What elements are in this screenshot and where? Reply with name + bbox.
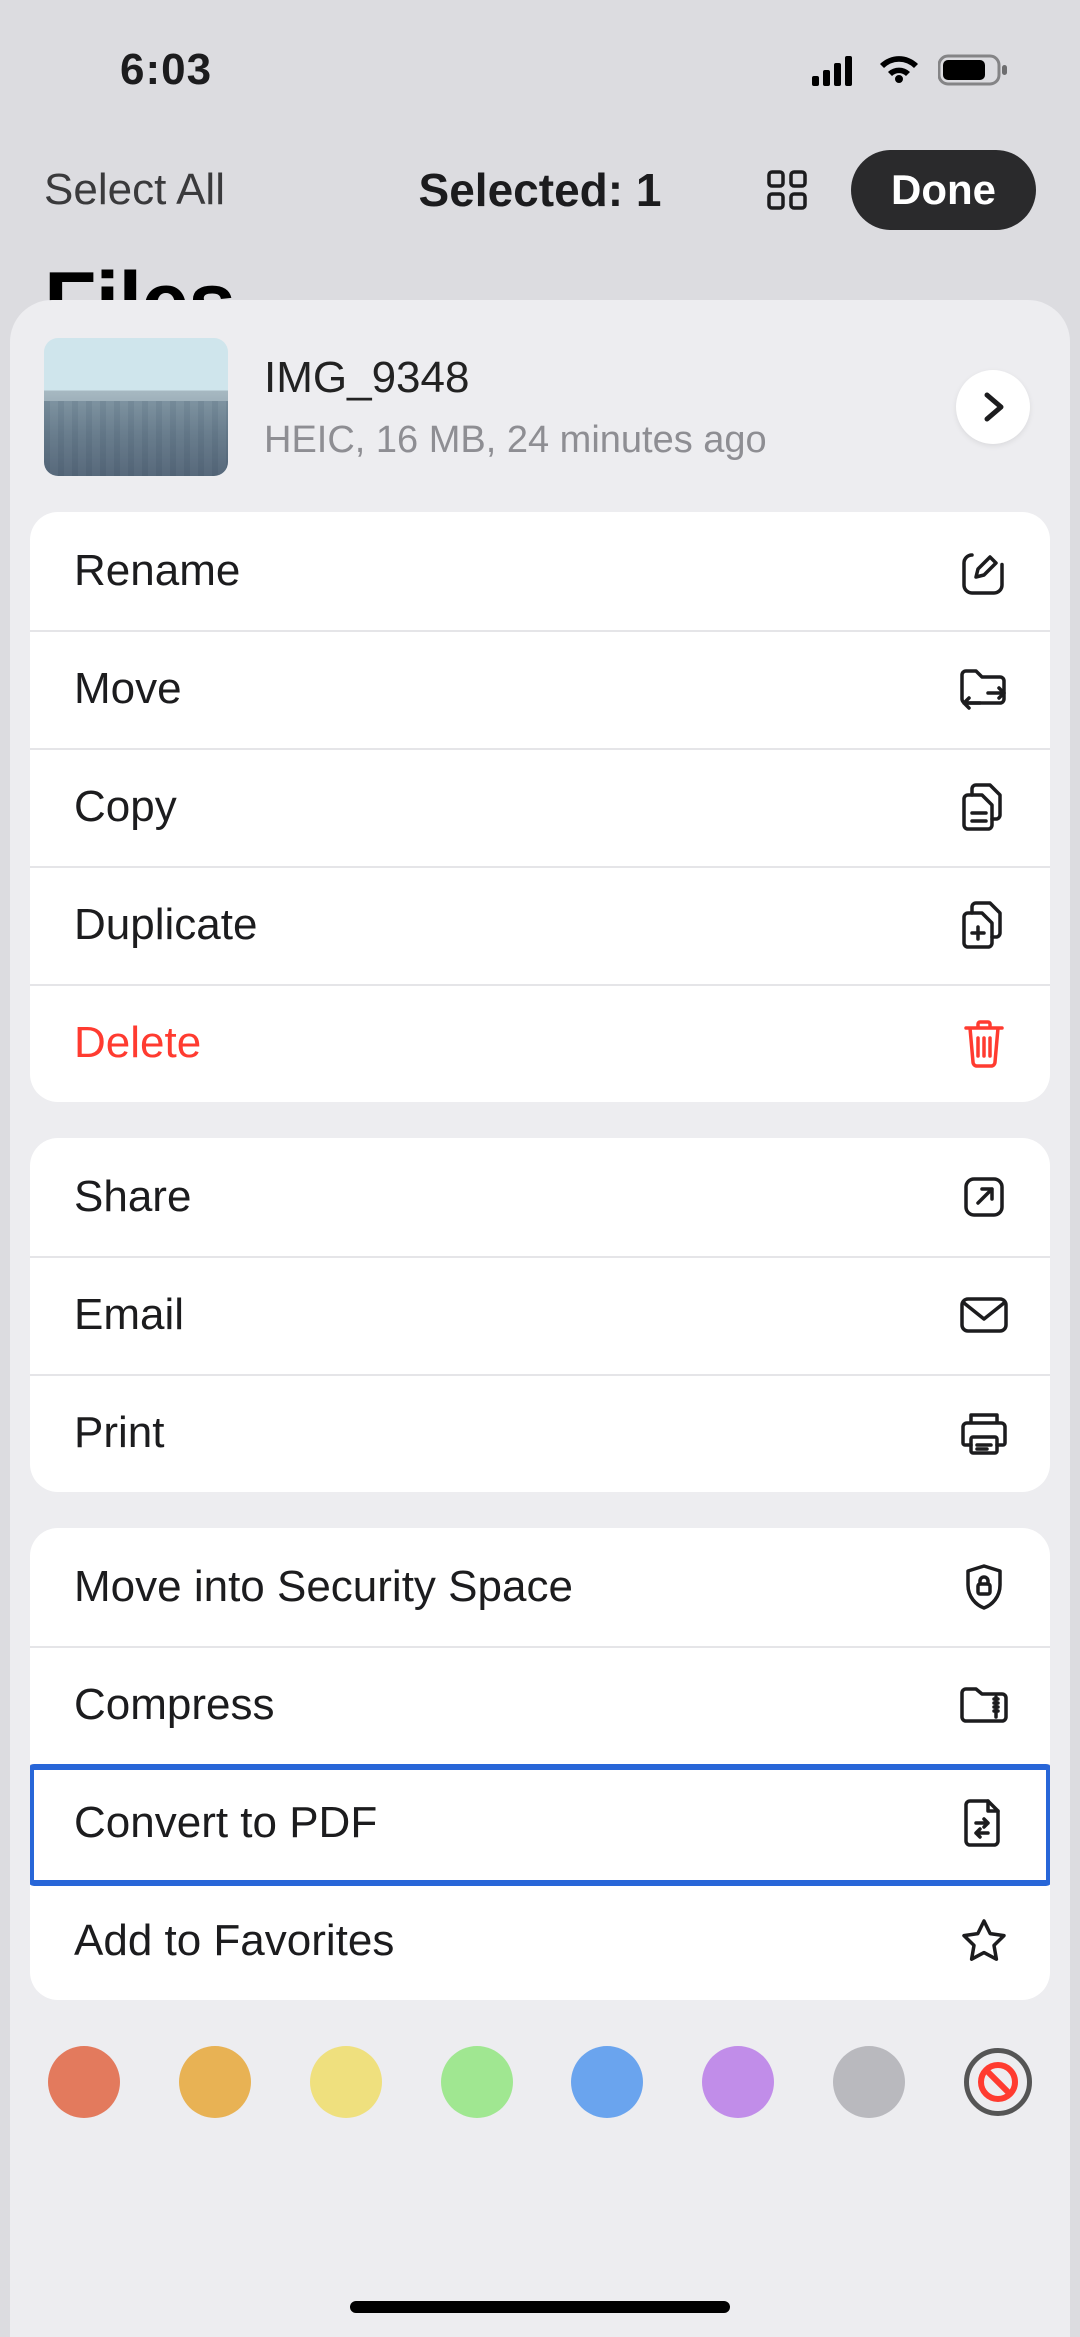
tag-green[interactable] — [441, 2046, 513, 2118]
menu-label: Move — [74, 664, 182, 714]
copy-icon — [958, 781, 1010, 833]
rename-icon — [958, 545, 1010, 597]
envelope-icon — [958, 1289, 1010, 1341]
menu-label: Share — [74, 1172, 191, 1222]
menu-label: Delete — [74, 1018, 201, 1068]
grid-icon — [765, 168, 809, 212]
email-item[interactable]: Email — [30, 1256, 1050, 1374]
color-tags-row — [30, 2036, 1050, 2118]
menu-label: Move into Security Space — [74, 1562, 573, 1612]
tag-purple[interactable] — [702, 2046, 774, 2118]
file-header[interactable]: IMG_9348 HEIC, 16 MB, 24 minutes ago — [30, 332, 1050, 512]
menu-label: Duplicate — [74, 900, 257, 950]
print-item[interactable]: Print — [30, 1374, 1050, 1492]
copy-item[interactable]: Copy — [30, 748, 1050, 866]
duplicate-item[interactable]: Duplicate — [30, 866, 1050, 984]
status-time: 6:03 — [120, 45, 212, 95]
favorite-item[interactable]: Add to Favorites — [30, 1882, 1050, 2000]
home-indicator[interactable] — [350, 2301, 730, 2313]
file-details-button[interactable] — [956, 370, 1030, 444]
tag-blue[interactable] — [571, 2046, 643, 2118]
menu-label: Copy — [74, 782, 177, 832]
printer-icon — [958, 1407, 1010, 1459]
chevron-right-icon — [978, 391, 1008, 423]
convert-pdf-item[interactable]: Convert to PDF — [30, 1764, 1050, 1882]
tag-orange[interactable] — [179, 2046, 251, 2118]
move-icon — [958, 663, 1010, 715]
status-icons — [812, 53, 1010, 87]
share-item[interactable]: Share — [30, 1138, 1050, 1256]
menu-label: Convert to PDF — [74, 1798, 377, 1848]
compress-item[interactable]: Compress — [30, 1646, 1050, 1764]
rename-item[interactable]: Rename — [30, 512, 1050, 630]
cellular-icon — [812, 54, 860, 86]
move-item[interactable]: Move — [30, 630, 1050, 748]
wifi-icon — [876, 53, 922, 87]
action-sheet: IMG_9348 HEIC, 16 MB, 24 minutes ago Ren… — [10, 300, 1070, 2337]
menu-group-file-ops: Rename Move Copy Duplicate Delete — [30, 512, 1050, 1102]
menu-group-share: Share Email Print — [30, 1138, 1050, 1492]
no-entry-icon — [978, 2062, 1018, 2102]
selection-count: Selected: 1 — [419, 163, 662, 217]
menu-label: Compress — [74, 1680, 275, 1730]
select-all-button[interactable]: Select All — [44, 165, 225, 215]
menu-label: Add to Favorites — [74, 1916, 394, 1966]
shield-lock-icon — [958, 1561, 1010, 1613]
tag-yellow[interactable] — [310, 2046, 382, 2118]
duplicate-icon — [958, 899, 1010, 951]
menu-label: Email — [74, 1290, 184, 1340]
menu-group-more: Move into Security Space Compress Conver… — [30, 1528, 1050, 2000]
menu-label: Rename — [74, 546, 240, 596]
done-button[interactable]: Done — [851, 150, 1036, 230]
file-thumbnail — [44, 338, 228, 476]
file-meta: HEIC, 16 MB, 24 minutes ago — [264, 419, 920, 462]
file-name: IMG_9348 — [264, 353, 920, 403]
nav-bar: Select All Selected: 1 Done — [0, 140, 1080, 258]
delete-item[interactable]: Delete — [30, 984, 1050, 1102]
share-icon — [958, 1171, 1010, 1223]
star-icon — [958, 1915, 1010, 1967]
grid-view-button[interactable] — [763, 166, 811, 214]
security-space-item[interactable]: Move into Security Space — [30, 1528, 1050, 1646]
tag-red[interactable] — [48, 2046, 120, 2118]
tag-none[interactable] — [964, 2048, 1032, 2116]
tag-gray[interactable] — [833, 2046, 905, 2118]
menu-label: Print — [74, 1408, 164, 1458]
archive-icon — [958, 1679, 1010, 1731]
convert-icon — [958, 1797, 1010, 1849]
trash-icon — [958, 1017, 1010, 1069]
battery-icon — [938, 53, 1010, 87]
status-bar: 6:03 — [0, 0, 1080, 140]
